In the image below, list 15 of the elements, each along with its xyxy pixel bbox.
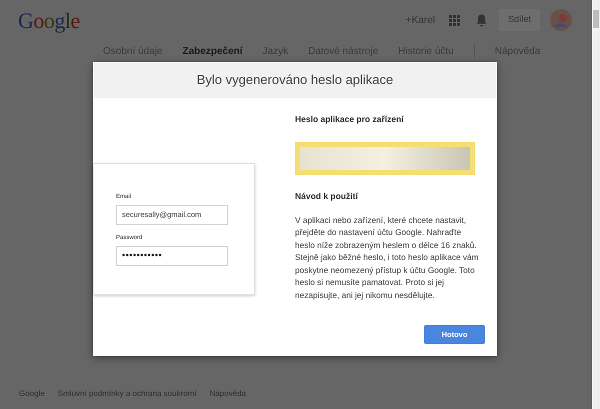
google-logo[interactable]: Google	[18, 4, 80, 36]
instructions-text: Stejně jako běžné heslo, i toto heslo aplikace vám poskytne neomezený přístup k účtu Google. Toto heslo si nemusíte pamatovat. Proto si jej nezapisujte, ani jej nikomu nesdělujte.	[295, 251, 479, 301]
bell-icon[interactable]	[476, 14, 487, 26]
footer-link[interactable]: Nápověda	[210, 388, 246, 400]
instructions-text: V aplikaci nebo zařízení, které chcete nastavit, přejděte do nastavení účtu Google. Nahraďte heslo níže zobrazeným heslem o délce 16 znaků.	[295, 214, 478, 251]
password-heading: Heslo aplikace pro zařízení	[295, 113, 405, 126]
avatar-icon[interactable]	[550, 9, 572, 31]
password-field: •••••••••••	[116, 246, 228, 266]
apps-grid-icon[interactable]	[448, 14, 460, 26]
dialog-title: Bylo vygenerováno heslo aplikace	[196, 71, 394, 90]
nav-tab[interactable]: Zabezpečení	[182, 44, 243, 58]
footer-link[interactable]: Google	[19, 388, 45, 400]
share-button[interactable]: Sdílet	[498, 9, 540, 31]
footer-link[interactable]: Smluvní podmínky a ochrana soukromí	[58, 388, 197, 400]
instructions-heading: Návod k použití	[295, 190, 359, 202]
